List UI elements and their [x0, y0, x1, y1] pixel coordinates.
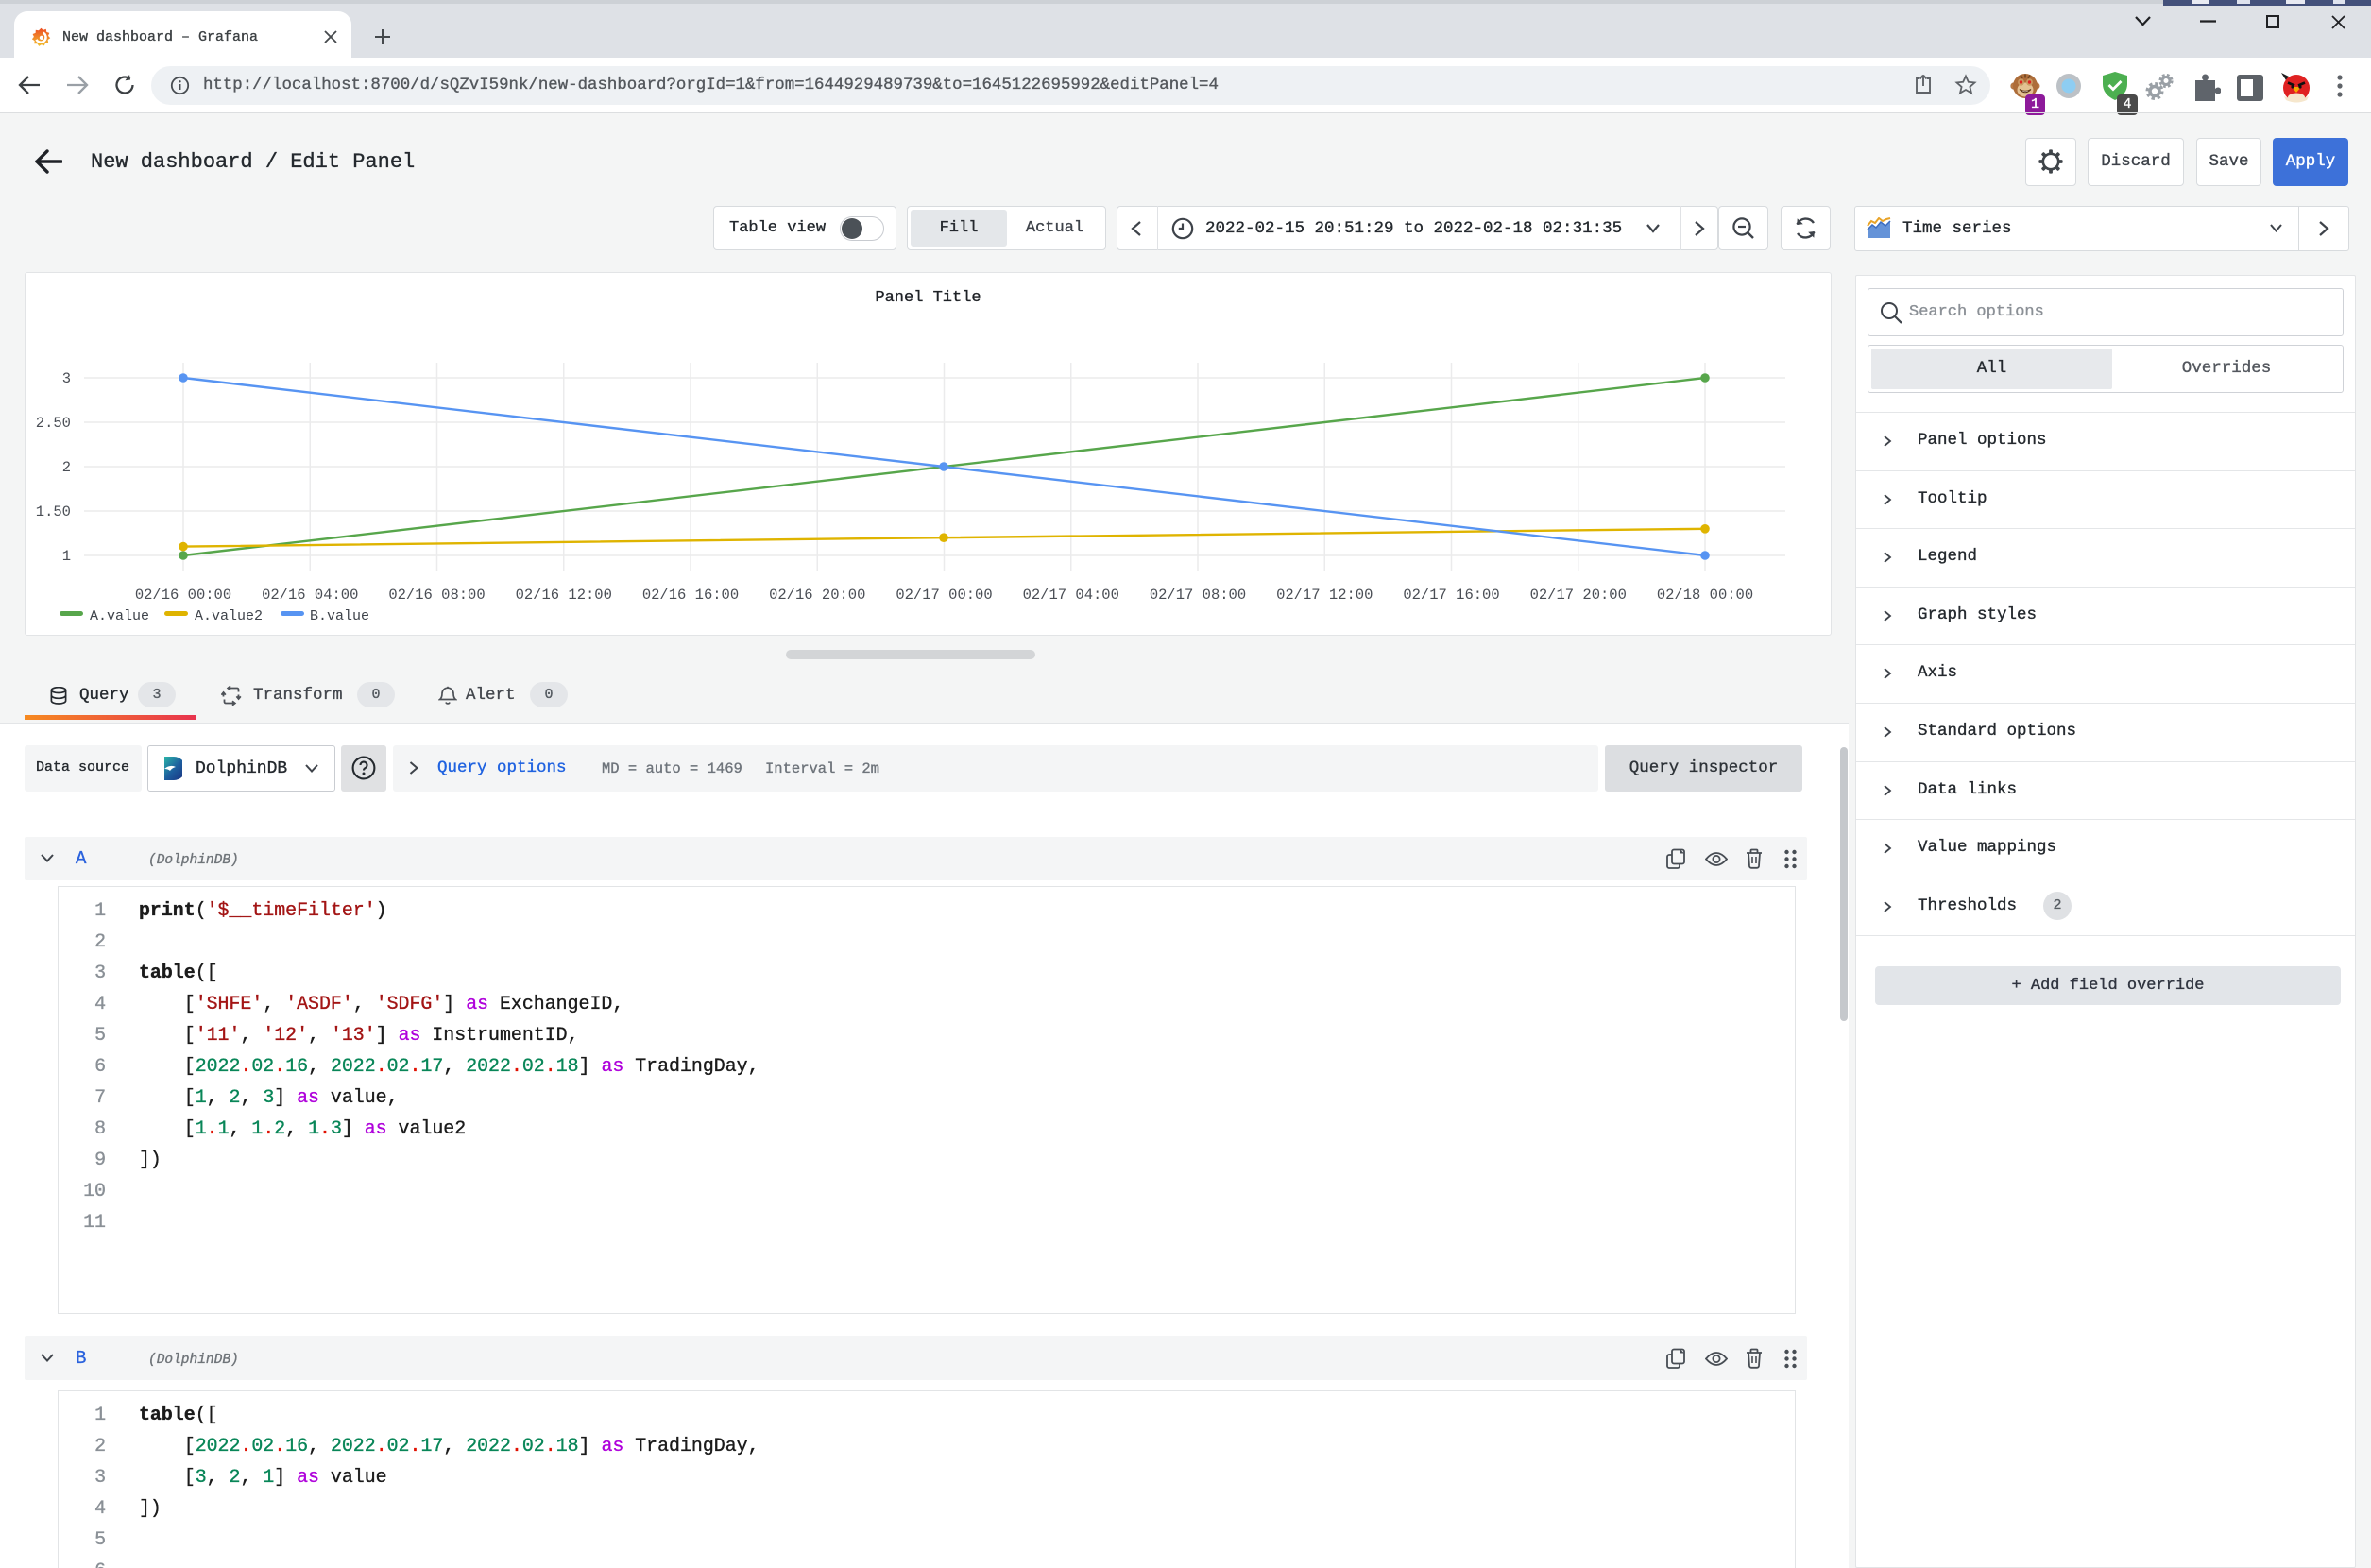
svg-text:1: 1	[62, 548, 71, 565]
svg-text:02/17 08:00: 02/17 08:00	[1150, 587, 1246, 604]
svg-text:2.50: 2.50	[36, 415, 71, 432]
svg-text:02/18 00:00: 02/18 00:00	[1657, 587, 1753, 604]
svg-text:B.value: B.value	[310, 608, 369, 624]
svg-text:02/17 16:00: 02/17 16:00	[1403, 587, 1499, 604]
svg-text:1.50: 1.50	[36, 503, 71, 520]
svg-text:02/16 16:00: 02/16 16:00	[642, 587, 739, 604]
svg-text:02/16 08:00: 02/16 08:00	[388, 587, 485, 604]
svg-text:A.value2: A.value2	[195, 608, 263, 624]
svg-text:02/17 12:00: 02/17 12:00	[1276, 587, 1373, 604]
svg-text:02/16 04:00: 02/16 04:00	[262, 587, 358, 604]
svg-text:A.value: A.value	[90, 608, 149, 624]
svg-text:02/17 20:00: 02/17 20:00	[1530, 587, 1627, 604]
svg-text:02/17 00:00: 02/17 00:00	[896, 587, 992, 604]
svg-text:3: 3	[62, 370, 71, 387]
svg-text:02/17 04:00: 02/17 04:00	[1023, 587, 1119, 604]
svg-text:02/16 12:00: 02/16 12:00	[516, 587, 612, 604]
svg-text:2: 2	[62, 459, 71, 476]
svg-text:02/16 20:00: 02/16 20:00	[769, 587, 865, 604]
svg-text:02/16 00:00: 02/16 00:00	[135, 587, 231, 604]
